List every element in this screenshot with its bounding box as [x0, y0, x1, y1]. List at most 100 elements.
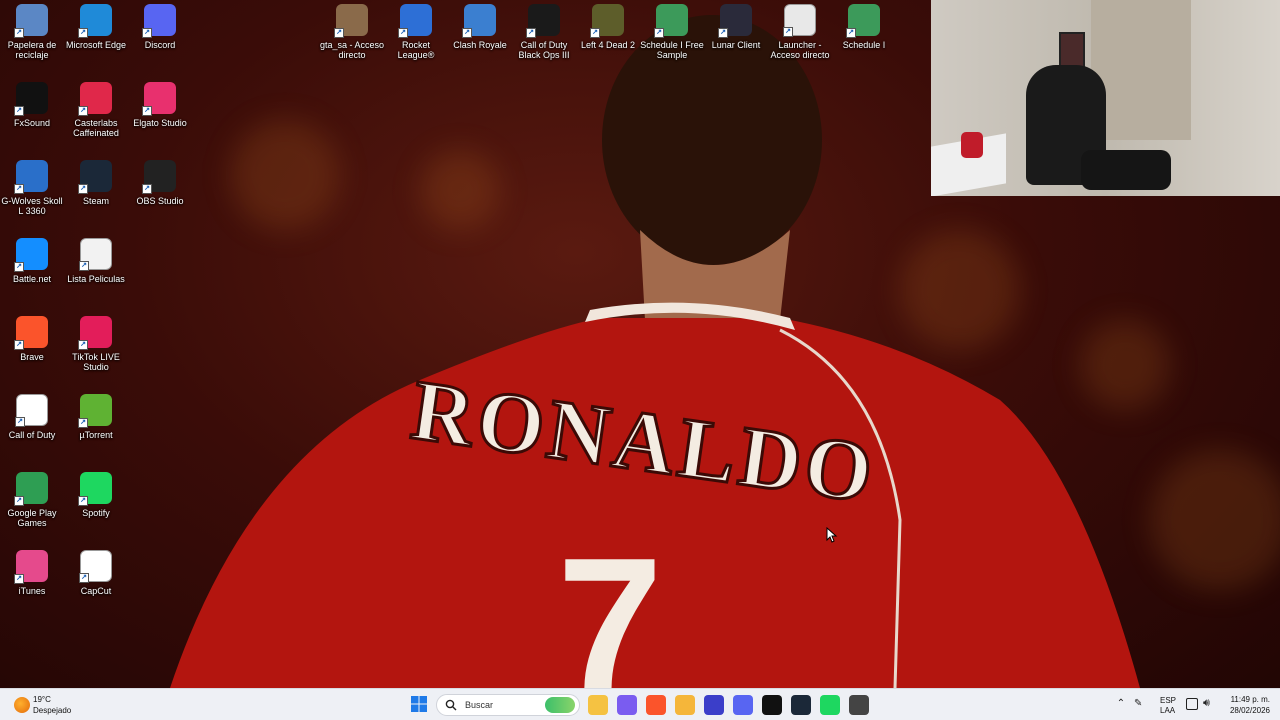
taskbar-spotify-icon[interactable]: [820, 695, 840, 715]
desktop-icon-label: Call of Duty: [8, 430, 56, 440]
desktop-icon-label: Clash Royale: [453, 40, 507, 50]
shortcut-arrow-icon: ↗: [462, 28, 472, 38]
itunes-icon: ↗: [14, 550, 48, 584]
lunar-client-icon: ↗: [718, 4, 752, 38]
taskbar: 19°C Despejado Buscar ⌃ ✎ ESP LAA 🔊︎ 11:…: [0, 688, 1280, 720]
desktop-icon-label: Elgato Studio: [133, 118, 187, 128]
desktop-icon-gwolves[interactable]: ↗ G-Wolves Skoll L 3360: [0, 156, 64, 232]
chevron-up-icon: ⌃: [1116, 698, 1126, 709]
search-highlight-icon: [545, 697, 575, 713]
casterlabs-icon: ↗: [78, 82, 112, 116]
network-icon[interactable]: [1186, 698, 1198, 710]
taskbar-fxsound-icon[interactable]: [762, 695, 782, 715]
taskbar-steam-icon[interactable]: [791, 695, 811, 715]
shortcut-arrow-icon: ↗: [14, 28, 24, 38]
desktop-icon-label: Papelera de reciclaje: [7, 40, 57, 60]
volume-icon[interactable]: 🔊︎: [1203, 697, 1210, 710]
desktop-icon-label: µTorrent: [79, 430, 113, 440]
desktop-icon-spotify[interactable]: ↗ Spotify: [64, 468, 128, 544]
obs-icon: ↗: [142, 160, 176, 194]
desktop-icon-clash-royale[interactable]: ↗ Clash Royale: [448, 0, 512, 76]
chair-base: [1081, 150, 1171, 190]
desktop-icon-capcut[interactable]: ↗ CapCut: [64, 546, 128, 622]
capcut-icon: ↗: [79, 550, 112, 583]
desktop-icon-google-play-games[interactable]: ↗ Google Play Games: [0, 468, 64, 544]
rocket-league-icon: ↗: [398, 4, 432, 38]
desktop-icon-edge[interactable]: ↗ Microsoft Edge: [64, 0, 128, 76]
edge-icon: ↗: [78, 4, 112, 38]
brave-icon: ↗: [14, 316, 48, 350]
shortcut-arrow-icon: ↗: [14, 340, 24, 350]
desktop-icon-schedule-i[interactable]: ↗ Schedule I: [832, 0, 896, 76]
desktop-icon-recycle-bin[interactable]: ↗ Papelera de reciclaje: [0, 0, 64, 76]
desktop-icon-discord[interactable]: ↗ Discord: [128, 0, 192, 76]
language-indicator[interactable]: ESP LAA: [1158, 694, 1180, 716]
desktop-icon-label: Left 4 Dead 2: [580, 40, 636, 50]
desktop-icon-label: TikTok LIVE Studio: [72, 352, 120, 372]
desktop-icon-gta-sa[interactable]: ↗ gta_sa - Acceso directo: [320, 0, 384, 76]
taskbar-cortana-icon[interactable]: [704, 695, 724, 715]
desktop-icon-brave[interactable]: ↗ Brave: [0, 312, 64, 388]
windows-icon: [411, 696, 427, 712]
desktop-icon-label: Call of Duty Black Ops III: [518, 40, 570, 60]
start-button[interactable]: [410, 695, 430, 715]
taskbar-brave-icon[interactable]: [646, 695, 666, 715]
shortcut-arrow-icon: ↗: [590, 28, 600, 38]
desktop-icon-battlenet[interactable]: ↗ Battle.net: [0, 234, 64, 310]
desktop-icon-steam[interactable]: ↗ Steam: [64, 156, 128, 232]
google-play-games-icon: ↗: [14, 472, 48, 506]
clock-date: 28/02/2026: [1229, 706, 1270, 715]
desktop-icon-fxsound[interactable]: ↗ FxSound: [0, 78, 64, 154]
clash-royale-icon: ↗: [462, 4, 496, 38]
desktop-icon-label: Launcher - Acceso directo: [770, 40, 830, 60]
l4d2-icon: ↗: [590, 4, 624, 38]
desktop-icon-rocket-league[interactable]: ↗ Rocket League®: [384, 0, 448, 76]
desktop-icon-label: gta_sa - Acceso directo: [319, 40, 385, 60]
desktop-icon-cod-bo3[interactable]: ↗ Call of Duty Black Ops III: [512, 0, 576, 76]
desktop-icon-document[interactable]: ↗ Lista Peliculas: [64, 234, 128, 310]
taskbar-file-explorer-icon[interactable]: [588, 695, 608, 715]
shortcut-arrow-icon: ↗: [79, 261, 89, 271]
desktop-icon-label: iTunes: [18, 586, 46, 596]
shortcut-arrow-icon: ↗: [14, 574, 24, 584]
shortcut-arrow-icon: ↗: [78, 184, 88, 194]
taskbar-obs-icon[interactable]: [849, 695, 869, 715]
weather-widget[interactable]: 19°C Despejado: [12, 693, 92, 717]
pen-icon[interactable]: ✎: [1134, 698, 1148, 712]
desktop-icon-utorrent[interactable]: ↗ µTorrent: [64, 390, 128, 466]
taskbar-discord-icon[interactable]: [733, 695, 753, 715]
battlenet-icon: ↗: [14, 238, 48, 272]
search-box[interactable]: Buscar: [436, 694, 580, 716]
shortcut-arrow-icon: ↗: [718, 28, 728, 38]
desktop-icon-itunes[interactable]: ↗ iTunes: [0, 546, 64, 622]
weather-desc: Despejado: [33, 706, 72, 715]
desktop-icon-label: Rocket League®: [397, 40, 435, 60]
desktop-icon-schedule-i[interactable]: ↗ Schedule I Free Sample: [640, 0, 704, 76]
desktop-icon-casterlabs[interactable]: ↗ Casterlabs Caffeinated: [64, 78, 128, 154]
webcam-overlay: [931, 0, 1280, 196]
shortcut-arrow-icon: ↗: [78, 106, 88, 116]
show-hidden-icons-button[interactable]: ⌃: [1114, 698, 1128, 712]
schedule-i-icon: ↗: [846, 4, 880, 38]
desktop-icon-label: Lunar Client: [711, 40, 761, 50]
weather-temp: 19°C: [33, 695, 51, 704]
desktop-icon-elgato[interactable]: ↗ Elgato Studio: [128, 78, 192, 154]
desktop-icon-lunar-client[interactable]: ↗ Lunar Client: [704, 0, 768, 76]
clock[interactable]: 11:49 p. m. 28/02/2026: [1222, 693, 1274, 717]
desktop-icon-tiktok[interactable]: ↗ TikTok LIVE Studio: [64, 312, 128, 388]
gwolves-icon: ↗: [14, 160, 48, 194]
shortcut-arrow-icon: ↗: [78, 28, 88, 38]
desktop-icon-l4d2[interactable]: ↗ Left 4 Dead 2: [576, 0, 640, 76]
desktop-icon-blank-file[interactable]: ↗ Call of Duty: [0, 390, 64, 466]
taskbar-copilot-icon[interactable]: [617, 695, 637, 715]
desktop-icon-obs[interactable]: ↗ OBS Studio: [128, 156, 192, 232]
fxsound-icon: ↗: [14, 82, 48, 116]
desktop-icon-label: Lista Peliculas: [67, 274, 125, 284]
shortcut-arrow-icon: ↗: [78, 418, 88, 428]
taskbar-folder-icon[interactable]: [675, 695, 695, 715]
desktop-icon-label: Brave: [20, 352, 44, 362]
desktop-icon-label: Google Play Games: [7, 508, 57, 528]
desktop-icon-launcher[interactable]: ↗ Launcher - Acceso directo: [768, 0, 832, 76]
elgato-icon: ↗: [142, 82, 176, 116]
shortcut-arrow-icon: ↗: [78, 496, 88, 506]
